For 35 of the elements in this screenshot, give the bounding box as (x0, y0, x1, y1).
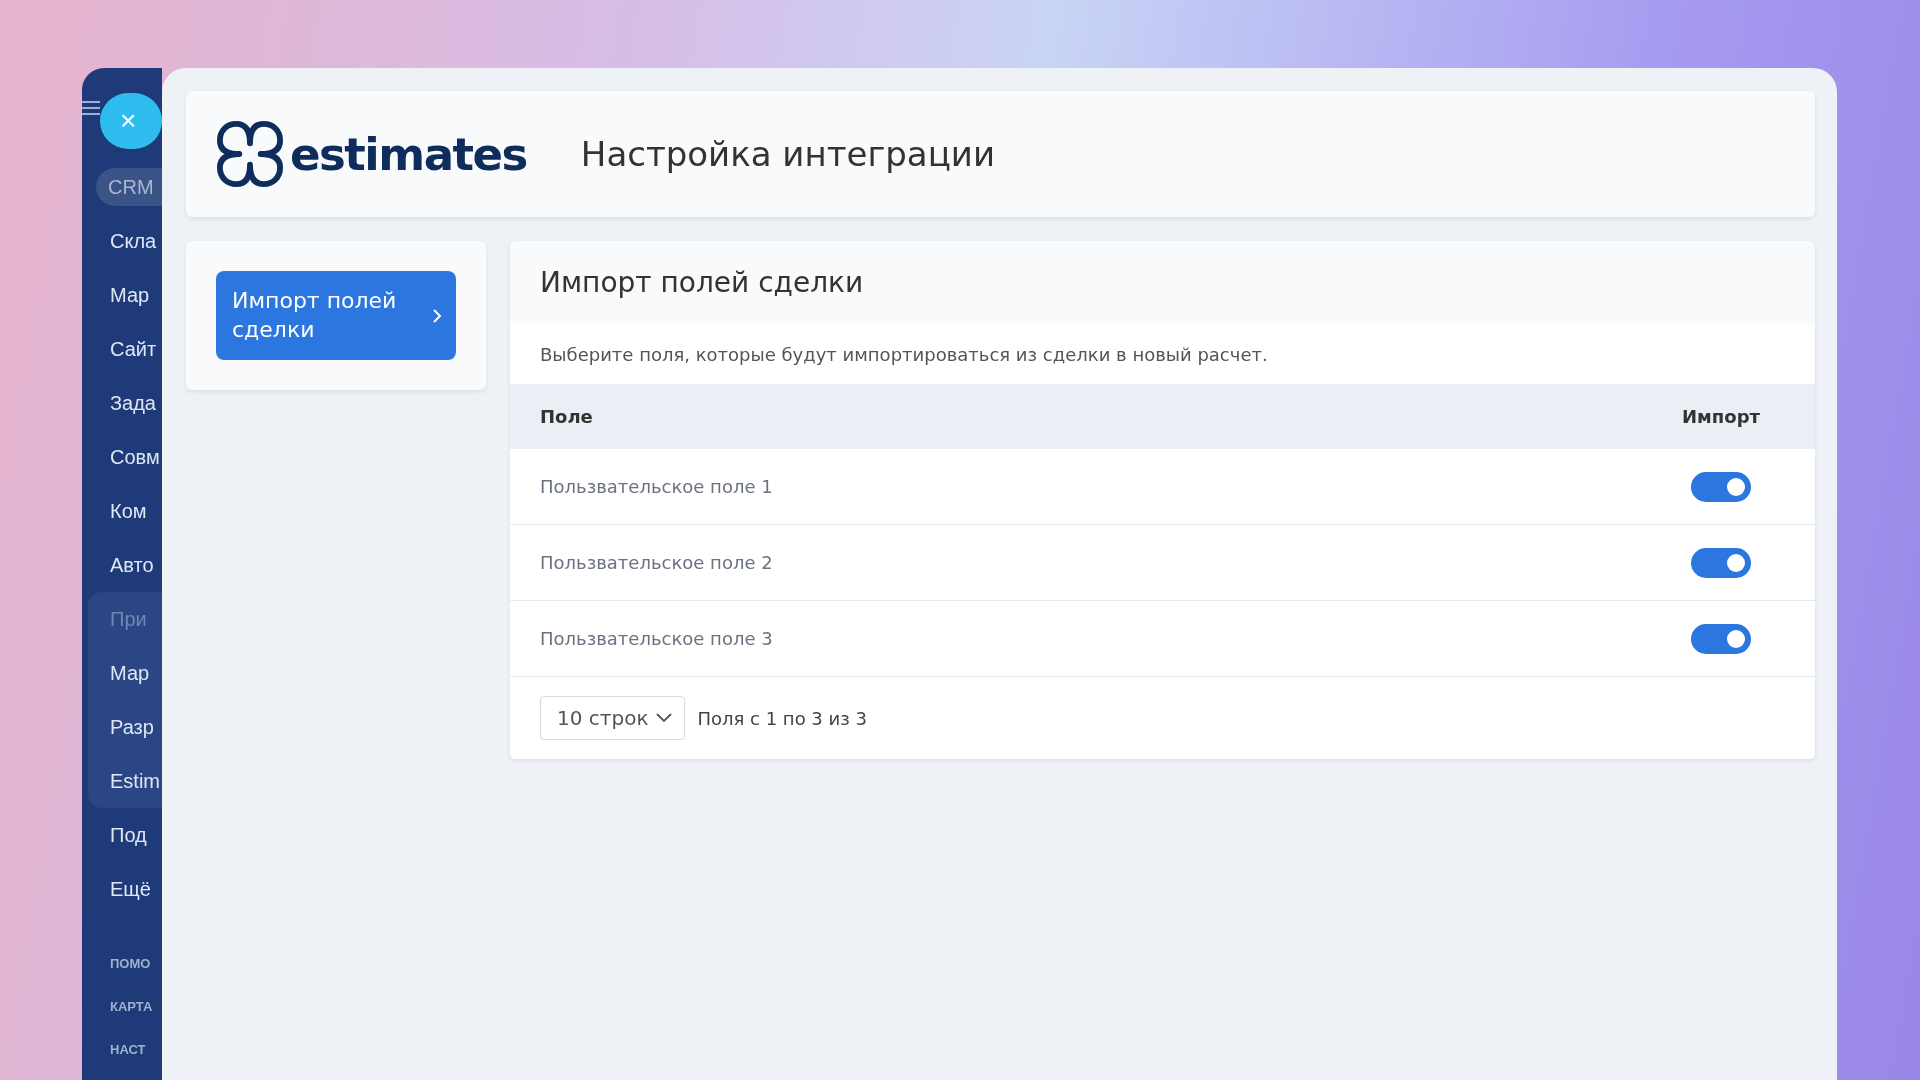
table-cell-text: Пользвательское поле 1 (540, 476, 774, 497)
table-cell-text: Пользвательское поле 3 (540, 628, 774, 649)
sidebar-item[interactable]: Совм (82, 430, 162, 484)
caret-icon (656, 713, 673, 723)
toggle-switch[interactable] (1691, 471, 1751, 502)
chevron-right-icon (432, 307, 442, 324)
toggle-switch[interactable] (1691, 547, 1751, 578)
page-size-dropdown[interactable]: 10 строк (540, 696, 686, 740)
sidebar-item[interactable]: Ещё (82, 862, 162, 916)
sidebar-item[interactable]: Разр (88, 700, 162, 754)
sidebar-link[interactable]: КАРТА (110, 999, 162, 1014)
column-header: Поле (540, 406, 594, 427)
sidebar-item[interactable]: CRM (96, 168, 162, 206)
sidebar-item[interactable]: Авто (82, 538, 162, 592)
table-cell-text: Пользвательское поле 2 (540, 552, 774, 573)
menu-icon[interactable] (82, 101, 100, 115)
sidebar-item[interactable]: Скла (82, 214, 162, 268)
pagination-summary: Поля с 1 по 3 из 3 (697, 707, 867, 729)
sidebar-item[interactable]: Estim (88, 754, 162, 808)
sidebar-item[interactable]: Мар (88, 646, 162, 700)
sidebar-item[interactable]: Под (82, 808, 162, 862)
page-title: Настройка интеграции (580, 134, 996, 174)
section-title: Импорт полей сделки (540, 266, 864, 299)
column-header: Импорт (1681, 406, 1761, 427)
sidebar-item[interactable]: Зада (82, 376, 162, 430)
sidebar-item[interactable]: Сайт (82, 322, 162, 376)
sidebar-item[interactable]: Ком (82, 484, 162, 538)
description-text: Выберите поля, которые будут импортироваться из сделки в новый расчет. (540, 343, 1268, 365)
nav-button[interactable]: Импорт полей сделки (216, 271, 456, 360)
sidebar-link[interactable]: НАСТ (110, 1042, 162, 1057)
logo-icon (216, 120, 284, 188)
sidebar-link[interactable]: ПОМО (110, 956, 162, 971)
toggle-switch[interactable] (1691, 623, 1751, 654)
sidebar-item[interactable]: Мар (82, 268, 162, 322)
logo-text: estimates (290, 127, 527, 181)
